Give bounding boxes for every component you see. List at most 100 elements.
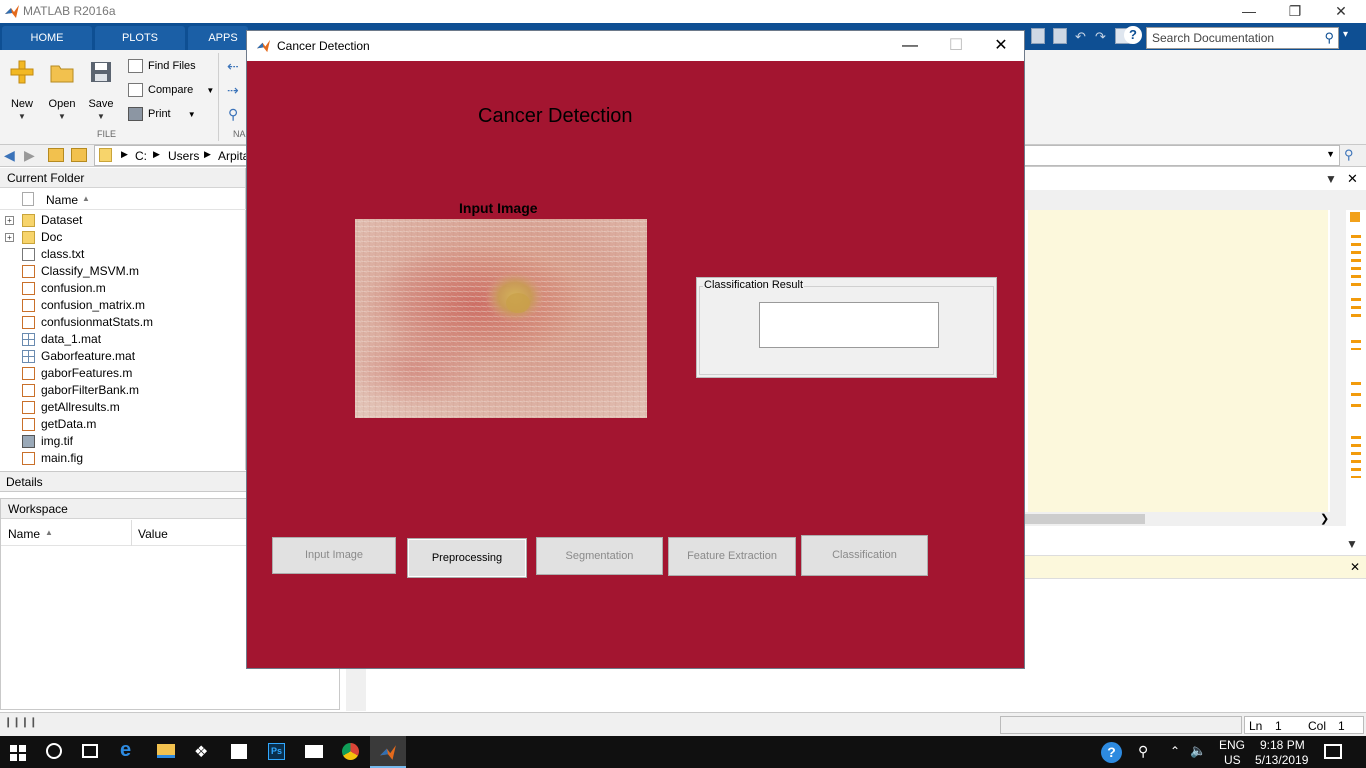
compare-button[interactable]: Compare ▼	[128, 80, 214, 100]
keyboard-layout-indicator[interactable]: US	[1224, 753, 1241, 767]
print-label: Print	[148, 108, 171, 120]
editor-horizontal-scrollbar[interactable]: ❯	[1025, 512, 1346, 526]
file-item[interactable]: gaborFeatures.m	[0, 365, 246, 382]
warning-indicator-icon[interactable]	[1350, 212, 1360, 222]
mail-icon[interactable]	[305, 745, 323, 758]
save-button[interactable]: Save ▼	[81, 56, 121, 131]
minimize-button[interactable]: —	[1226, 0, 1272, 23]
panel-actions-icon[interactable]: ▼	[1325, 172, 1337, 186]
command-window-actions-icon[interactable]: ▼	[1346, 537, 1358, 551]
new-button[interactable]: New ▼	[2, 56, 42, 131]
segmentation-button[interactable]: Segmentation	[536, 537, 663, 575]
paste-icon[interactable]	[1053, 28, 1067, 44]
tab-home[interactable]: HOME	[2, 26, 92, 50]
editor-close-icon[interactable]: ✕	[1347, 171, 1358, 187]
breadcrumb-drive[interactable]: C:	[135, 149, 147, 163]
up-folder-icon[interactable]	[48, 148, 64, 162]
preprocessing-button[interactable]: Preprocessing	[407, 538, 527, 578]
file-item[interactable]: class.txt	[0, 246, 246, 263]
action-center-icon[interactable]	[1324, 744, 1342, 759]
clock-time[interactable]: 9:18 PM	[1260, 738, 1305, 752]
path-dropdown-icon[interactable]: ▼	[1326, 149, 1335, 159]
warning-markers	[1351, 298, 1361, 318]
compare-dropdown-icon[interactable]: ▼	[206, 86, 214, 95]
print-dropdown-icon[interactable]: ▼	[188, 110, 196, 119]
ribbon-collapse-icon[interactable]: ▾	[1343, 29, 1348, 40]
copy-icon[interactable]	[1031, 28, 1045, 44]
help-icon[interactable]: ?	[1124, 26, 1142, 44]
folder-item[interactable]: + Dataset	[0, 212, 246, 229]
file-item[interactable]: Classify_MSVM.m	[0, 263, 246, 280]
file-item[interactable]: confusionmatStats.m	[0, 314, 246, 331]
back-nav-icon[interactable]: ⇠	[227, 58, 239, 75]
undo-icon[interactable]: ↶	[1075, 29, 1086, 45]
editor-code-area[interactable]	[1028, 210, 1328, 512]
file-item[interactable]: getAllresults.m	[0, 399, 246, 416]
store-icon[interactable]	[231, 744, 247, 759]
new-dropdown-icon[interactable]: ▼	[2, 112, 42, 121]
details-panel[interactable]: Details	[0, 471, 246, 492]
volume-icon[interactable]: 🔈	[1190, 743, 1206, 759]
redo-icon[interactable]: ↷	[1095, 29, 1106, 45]
notice-close-icon[interactable]: ✕	[1350, 560, 1360, 574]
breadcrumb-user-folder[interactable]: Arpita	[218, 149, 249, 163]
figure-minimize-button[interactable]: —	[887, 31, 933, 61]
figure-maximize-button[interactable]: ☐	[933, 31, 979, 61]
file-item[interactable]: img.tif	[0, 433, 246, 450]
tab-apps[interactable]: APPS	[188, 26, 248, 50]
file-item[interactable]: getData.m	[0, 416, 246, 433]
tab-plots[interactable]: PLOTS	[95, 26, 185, 50]
people-icon[interactable]: ⚲	[1138, 743, 1148, 760]
show-hidden-icons[interactable]: ⌃	[1170, 744, 1180, 758]
expand-folder-icon[interactable]: +	[5, 233, 14, 242]
sort-ascending-icon: ▲	[82, 194, 90, 203]
file-item[interactable]: data_1.mat	[0, 331, 246, 348]
file-item[interactable]: confusion.m	[0, 280, 246, 297]
open-dropdown-icon[interactable]: ▼	[42, 112, 82, 121]
address-back-icon[interactable]: ◀	[4, 147, 15, 164]
workspace-name-column[interactable]: Name	[8, 527, 40, 541]
dropbox-icon[interactable]: ❖	[194, 742, 208, 762]
file-item[interactable]: gaborFilterBank.m	[0, 382, 246, 399]
search-documentation-input[interactable]: Search Documentation ⚲	[1146, 27, 1339, 49]
matlab-taskbar-button[interactable]	[370, 736, 406, 768]
close-button[interactable]: ✕	[1318, 0, 1364, 23]
forward-nav-icon[interactable]: ⇢	[227, 82, 239, 99]
classification-button[interactable]: Classification	[801, 535, 928, 576]
path-search-icon[interactable]: ⚲	[1344, 147, 1354, 163]
save-dropdown-icon[interactable]: ▼	[81, 112, 121, 121]
chrome-icon[interactable]	[342, 743, 359, 760]
language-indicator[interactable]: ENG	[1219, 738, 1245, 752]
figure-close-button[interactable]: ✕	[978, 31, 1024, 61]
find-files-button[interactable]: Find Files	[128, 56, 196, 76]
editor-vertical-scrollbar[interactable]	[1330, 210, 1346, 512]
scroll-thumb[interactable]	[1025, 514, 1145, 524]
clock-date[interactable]: 5/13/2019	[1255, 753, 1308, 767]
windows-start-icon[interactable]	[10, 745, 26, 761]
scroll-right-icon[interactable]: ❯	[1320, 512, 1329, 525]
file-item[interactable]: confusion_matrix.m	[0, 297, 246, 314]
expand-folder-icon[interactable]: +	[5, 216, 14, 225]
help-tray-icon[interactable]: ?	[1101, 742, 1122, 763]
open-button[interactable]: Open ▼	[42, 56, 82, 131]
edge-browser-icon[interactable]: e	[120, 739, 131, 762]
breadcrumb-users[interactable]: Users	[168, 149, 199, 163]
input-image-button[interactable]: Input Image	[272, 537, 396, 574]
workspace-value-column[interactable]: Value	[138, 527, 168, 541]
feature-extraction-button[interactable]: Feature Extraction	[668, 537, 796, 576]
address-forward-icon[interactable]: ▶	[24, 147, 35, 164]
name-column-header[interactable]: Name ▲	[0, 190, 246, 210]
folder-item[interactable]: + Doc	[0, 229, 246, 246]
photoshop-icon[interactable]: Ps	[268, 743, 285, 760]
file-explorer-icon[interactable]	[157, 744, 175, 758]
file-item[interactable]: main.fig	[0, 450, 246, 467]
search-icon[interactable]: ⚲	[1324, 30, 1334, 46]
print-button[interactable]: Print ▼	[128, 104, 196, 124]
browse-folder-icon[interactable]	[71, 148, 87, 162]
resize-grip-icon[interactable]: ❙❙❙❙	[4, 717, 38, 728]
find-icon[interactable]: ⚲	[228, 106, 238, 123]
restore-button[interactable]: ❐	[1272, 0, 1318, 23]
cortana-search-icon[interactable]	[46, 743, 62, 759]
task-view-icon[interactable]	[82, 744, 98, 758]
file-item[interactable]: Gaborfeature.mat	[0, 348, 246, 365]
